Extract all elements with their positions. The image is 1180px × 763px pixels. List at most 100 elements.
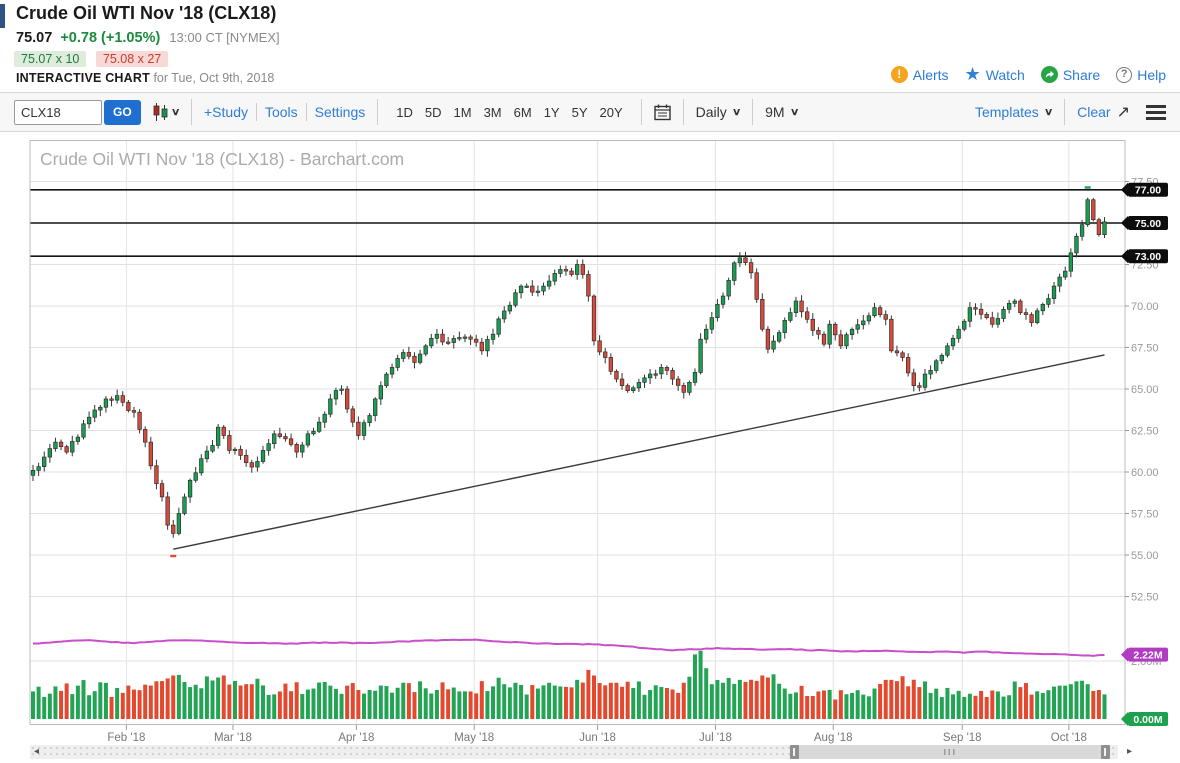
svg-text:Oct '18: Oct '18 [1051,732,1087,744]
svg-text:Mar '18: Mar '18 [214,732,252,744]
alerts-label: Alerts [912,66,949,83]
svg-text:67.50: 67.50 [1131,343,1159,355]
toolbar-separator [1064,99,1066,125]
range-1y[interactable]: 1Y [544,105,560,120]
chart-type-dropdown[interactable]: ∨ [153,103,181,121]
chart-horizontal-scrollbar[interactable]: ◂ ▸ [30,745,1132,759]
svg-text:70.00: 70.00 [1131,301,1159,313]
bid-ask-row: 75.07 x 10 75.08 x 27 [14,51,169,67]
go-button[interactable]: GO [104,99,141,125]
price-change: +0.78 (+1.05%) [60,30,161,46]
x-axis: Feb '18 Mar '18 Apr '18 May '18 Jun '18 Jul '… [107,725,1087,744]
svg-text:Aug '18: Aug '18 [814,732,853,744]
share-label: Share [1062,66,1101,83]
range-5d[interactable]: 5D [425,105,442,120]
svg-text:Jul '18: Jul '18 [699,732,732,744]
clear-button[interactable]: Clear [1077,104,1110,120]
chevron-down-icon: ∨ [170,106,181,118]
svg-text:Feb '18: Feb '18 [107,732,145,744]
toolbar-separator [377,99,379,125]
svg-text:2.22M: 2.22M [1133,649,1162,661]
frequency-dropdown[interactable]: Daily ∨ [695,104,742,120]
chart-canvas[interactable]: Crude Oil WTI Nov '18 (CLX18) - Barchart… [0,140,1180,744]
menu-icon[interactable] [1146,102,1166,123]
scroll-left-arrow[interactable]: ◂ [34,745,39,759]
templates-dropdown[interactable]: Templates ∨ [974,104,1053,120]
range-20y[interactable]: 20Y [600,105,623,120]
quote-header: Crude Oil WTI Nov '18 (CLX18) 75.07 +0.7… [0,0,1180,92]
scrollbar-thumb[interactable] [790,745,1110,759]
horizontal-price-lines [30,188,1125,257]
header-action-links: ! Alerts ★ Watch Share ? Help [890,64,1166,84]
scrollbar-grip-icon [944,749,956,755]
toolbar-separator [752,99,754,125]
span-value: 9M [765,104,785,120]
candlestick-type-icon [153,103,168,121]
help-icon: ? [1116,66,1133,83]
ask-quote: 75.08 x 27 [95,51,169,67]
calendar-button[interactable] [653,104,671,121]
settings-link[interactable]: Settings [315,104,366,120]
svg-text:Jun '18: Jun '18 [579,732,616,744]
chart-border [29,140,1126,725]
svg-text:May '18: May '18 [454,732,494,744]
symbol-input[interactable] [14,99,102,125]
tools-link[interactable]: Tools [265,104,298,120]
help-label: Help [1137,66,1166,83]
range-6m[interactable]: 6M [514,105,532,120]
interactive-chart-date: for Tue, Oct 9th, 2018 [153,71,275,85]
watch-button[interactable]: ★ Watch [964,64,1025,84]
chart-area: Crude Oil WTI Nov '18 (CLX18) - Barchart… [0,140,1180,763]
watch-star-icon: ★ [964,64,981,84]
svg-text:77.00: 77.00 [1135,185,1161,197]
watch-label: Watch [985,66,1025,83]
scroll-right-arrow[interactable]: ▸ [1127,745,1132,759]
scrollbar-right-handle[interactable] [1101,745,1110,759]
share-icon [1040,66,1058,83]
span-dropdown[interactable]: 9M ∨ [765,104,799,120]
svg-text:73.00: 73.00 [1135,251,1161,263]
svg-text:Apr '18: Apr '18 [338,732,374,744]
candlestick-series[interactable] [30,197,1107,538]
scrollbar-left-handle[interactable] [790,745,799,759]
interactive-chart-caption: INTERACTIVE CHART for Tue, Oct 9th, 2018 [16,71,274,85]
overlay-volume-line [32,638,1105,657]
page-title: Crude Oil WTI Nov '18 (CLX18) [16,3,277,23]
toolbar-separator [640,99,642,125]
chart-grid [30,140,1125,725]
svg-text:Crude Oil WTI Nov '18 (CLX18): Crude Oil WTI Nov '18 (CLX18) - Barchart… [40,149,404,169]
toolbar-separator [682,99,684,125]
svg-text:55.00: 55.00 [1131,550,1159,562]
range-3m[interactable]: 3M [484,105,502,120]
chart-watermark: Crude Oil WTI Nov '18 (CLX18) - Barchart… [40,149,404,169]
toolbar-separator [191,99,192,125]
quote-time: 13:00 CT [NYMEX] [169,30,280,45]
chevron-down-icon: ∨ [789,106,799,118]
quote-price-row: 75.07 +0.78 (+1.05%) 13:00 CT [NYMEX] [16,30,280,46]
svg-text:0.00M: 0.00M [1133,714,1162,726]
svg-text:57.50: 57.50 [1131,509,1159,521]
range-5y[interactable]: 5Y [572,105,588,120]
toolbar-right-group: Templates ∨ Clear ↗ [975,99,1166,125]
svg-text:62.50: 62.50 [1131,426,1159,438]
alerts-icon: ! [890,66,908,83]
frequency-value: Daily [695,104,727,120]
svg-text:Sep '18: Sep '18 [943,732,982,744]
range-1d[interactable]: 1D [396,105,413,120]
share-button[interactable]: Share [1040,66,1101,83]
last-price: 75.07 [16,30,53,46]
range-1m[interactable]: 1M [454,105,472,120]
calendar-icon [653,104,671,120]
add-study-link[interactable]: +Study [204,104,248,120]
title-accent-bar [0,4,5,28]
svg-text:52.50: 52.50 [1131,592,1159,604]
barchart-interactive-chart-page: Crude Oil WTI Nov '18 (CLX18) 75.07 +0.7… [0,0,1180,763]
templates-label: Templates [974,104,1039,120]
interactive-chart-label: INTERACTIVE CHART [16,71,150,85]
chart-toolbar: GO ∨ +Study Tools Settings 1D 5D 1M 3M 6… [0,92,1180,132]
alerts-button[interactable]: ! Alerts [890,66,949,83]
help-button[interactable]: ? Help [1116,66,1166,83]
svg-text:75.00: 75.00 [1135,218,1161,230]
expand-chart-icon[interactable]: ↗ [1117,102,1130,122]
chart-markers [170,186,1091,558]
